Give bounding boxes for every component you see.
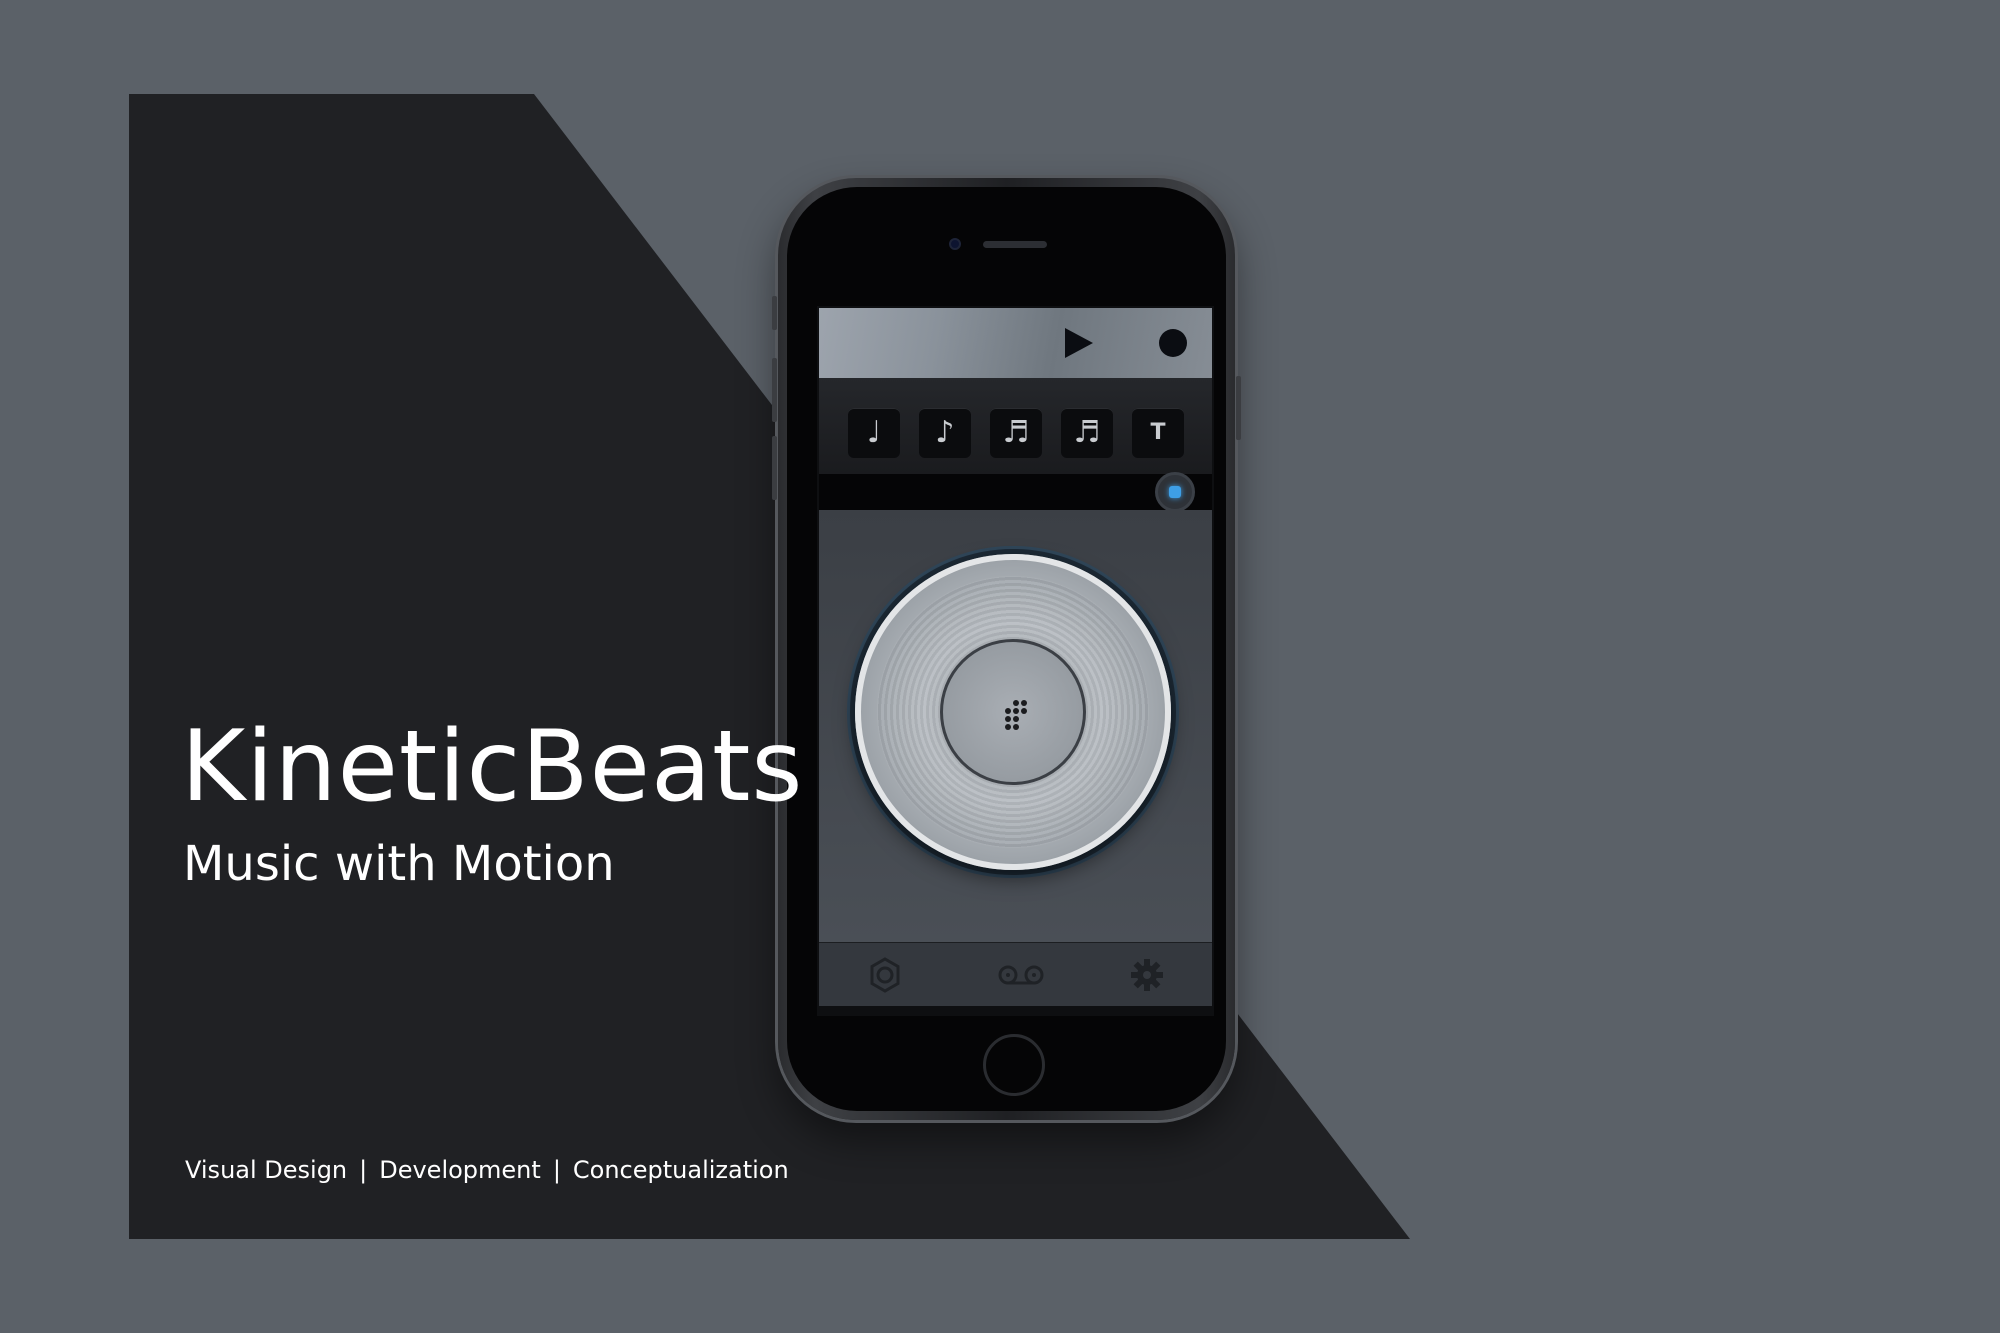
grip-dots-icon <box>1001 700 1031 730</box>
credit-visual-design: Visual Design <box>185 1156 348 1184</box>
slider-indicator <box>1169 486 1181 498</box>
home-button <box>983 1034 1045 1096</box>
credit-development: Development <box>379 1156 541 1184</box>
app-screen: ♩ ♪ ♬ ♬ T <box>817 306 1214 1016</box>
credit-conceptualization: Conceptualization <box>572 1156 789 1184</box>
note-selector: ♩ ♪ ♬ ♬ T <box>819 378 1212 474</box>
play-icon[interactable] <box>1065 328 1093 358</box>
quarter-note-button[interactable]: ♩ <box>848 408 900 458</box>
sixteenth-note-button[interactable]: ♬ <box>990 408 1042 458</box>
tempo-slider-track[interactable] <box>819 474 1212 510</box>
record-icon[interactable] <box>1159 329 1187 357</box>
power-button <box>1236 376 1241 440</box>
speaker-icon[interactable] <box>867 957 903 993</box>
transport-bar <box>819 308 1212 378</box>
tempo-slider-knob[interactable] <box>1155 472 1195 512</box>
mute-switch <box>772 296 777 330</box>
credits-line: Visual Design | Development | Conceptualizat… <box>185 1158 789 1182</box>
disc-area <box>819 510 1212 942</box>
app-subtitle: Music with Motion <box>183 836 615 892</box>
phone-mockup: ♩ ♪ ♬ ♬ T <box>772 178 1241 1120</box>
disc-hub <box>940 639 1086 785</box>
phone-bezel: ♩ ♪ ♬ ♬ T <box>787 187 1226 1111</box>
jog-disc[interactable] <box>855 554 1171 870</box>
volume-up-button <box>772 358 777 422</box>
credit-separator: | <box>552 1156 561 1184</box>
gear-icon[interactable] <box>1129 957 1165 993</box>
tape-icon[interactable] <box>995 957 1047 993</box>
bottom-nav <box>819 942 1212 1006</box>
app-title: KineticBeats <box>181 710 804 824</box>
front-camera <box>949 238 961 250</box>
triplet-button[interactable]: T <box>1132 408 1184 458</box>
earpiece-speaker <box>983 241 1047 248</box>
eighth-note-button[interactable]: ♪ <box>919 408 971 458</box>
thirty-second-note-button[interactable]: ♬ <box>1061 408 1113 458</box>
volume-down-button <box>772 436 777 500</box>
credit-separator: | <box>359 1156 368 1184</box>
